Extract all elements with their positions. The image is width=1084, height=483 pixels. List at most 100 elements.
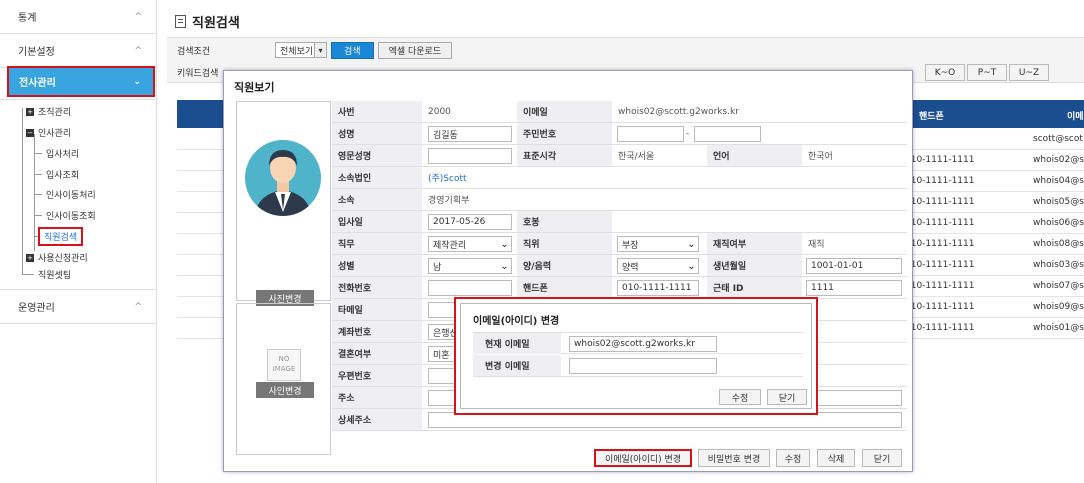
mobile-input[interactable]: 010-1111-1111 xyxy=(617,280,699,296)
sidebar-group-label: 전사관리 xyxy=(19,78,56,89)
photo-panel: 사진변경 xyxy=(236,101,331,306)
sidebar-group-label: 기본설정 xyxy=(18,47,55,58)
sidebar-item-label: 인사이동조회 xyxy=(46,212,96,222)
sidebar-item-label: 직원셋팅 xyxy=(38,271,72,281)
sidebar-item-label: 입사조회 xyxy=(46,171,80,181)
detail-row: 직무 제작관리 ⌄ 직위 부장 ⌄ 재직여부 재직 xyxy=(332,233,907,255)
duty-select[interactable]: 제작관리 ⌄ xyxy=(428,236,512,252)
detail-row: 소속 경영기획부 xyxy=(332,189,907,211)
tree-connector xyxy=(34,215,42,216)
gender-select[interactable]: 남 ⌄ xyxy=(428,258,512,274)
company-link[interactable]: (주)Scott xyxy=(422,167,467,188)
sidebar-item-label: 입사처리 xyxy=(46,150,80,160)
sidebar-item-hire-lookup[interactable]: 입사조회 xyxy=(46,168,79,181)
sidebar-item-transfer-lookup[interactable]: 인사이동조회 xyxy=(46,209,96,222)
rrn-front-input[interactable] xyxy=(617,126,684,142)
select-value: 남 xyxy=(433,262,442,273)
label-attend-id: 근태 ID xyxy=(707,277,802,298)
eng-name-input[interactable] xyxy=(428,148,512,164)
edit-button[interactable]: 수정 xyxy=(776,449,810,467)
sidebar-group-ops[interactable]: 운영관리 ^ xyxy=(0,290,156,324)
dialog-edit-button[interactable]: 수정 xyxy=(719,389,761,405)
search-button[interactable]: 검색 xyxy=(331,41,374,59)
change-email-dialog: 이메일(아이디) 변경 현재 이메일 whois02@scott.g2works… xyxy=(454,297,818,415)
label-marital: 결혼여부 xyxy=(332,343,422,364)
chevron-down-icon: ⌄ xyxy=(500,238,509,250)
no-image-placeholder: NO IMAGE xyxy=(267,349,301,381)
sidebar-item-hire[interactable]: 입사처리 xyxy=(46,147,79,160)
person-icon xyxy=(255,150,311,216)
chevron-down-icon: ⌄ xyxy=(687,238,696,250)
keyword-button-k-o[interactable]: K~O xyxy=(925,64,965,81)
tree-connector xyxy=(22,274,34,275)
tree-connector xyxy=(34,174,42,175)
cell-phone: 010-1111-1111 xyxy=(905,197,975,207)
chevron-down-icon: ⌄ xyxy=(133,76,141,87)
birthday-input[interactable]: 1001-01-01 xyxy=(806,258,902,274)
label-calendar: 양/음력 xyxy=(517,255,612,276)
chevron-down-icon: ▾ xyxy=(314,43,326,57)
select-value: 양력 xyxy=(622,262,639,273)
name-input[interactable]: 김길동 xyxy=(428,126,512,142)
label-company: 소속법인 xyxy=(332,167,422,188)
label-rrn: 주민번호 xyxy=(517,123,612,144)
change-email-button[interactable]: 이메일(아이디) 변경 xyxy=(594,449,692,467)
minus-icon: − xyxy=(26,128,34,137)
label-address-detail: 상세주소 xyxy=(332,409,422,430)
label-gender: 성별 xyxy=(332,255,422,276)
sidebar-item-transfer[interactable]: 인사이동처리 xyxy=(46,188,96,201)
dialog-close-button[interactable]: 닫기 xyxy=(767,389,807,405)
sidebar-item-emp-settings[interactable]: 직원셋팅 xyxy=(38,268,71,281)
select-value: 제작관리 xyxy=(433,240,467,251)
sidebar-item-hr-mgmt[interactable]: − 인사관리 xyxy=(26,126,71,139)
select-value: 전체보기 xyxy=(280,46,314,57)
cell-email: whois07@sco xyxy=(1033,281,1084,291)
new-email-input[interactable] xyxy=(569,358,717,374)
sidebar-item-emp-search[interactable]: 직원검색 xyxy=(38,227,84,246)
dialog-row: 변경 이메일 xyxy=(473,355,803,377)
chevron-down-icon: ⌄ xyxy=(500,260,509,272)
column-header-phone: 핸드폰 xyxy=(919,112,944,122)
attend-id-input[interactable]: 1111 xyxy=(806,280,902,296)
keyword-button-p-t[interactable]: P~T xyxy=(967,64,1007,81)
search-row: 검색조건 전체보기 ▾ 검색 엑셀 다운로드 xyxy=(167,39,1084,61)
close-button[interactable]: 닫기 xyxy=(862,449,902,467)
label-name: 성명 xyxy=(332,123,422,144)
value-status: 재직 xyxy=(808,240,825,250)
sidebar-group-hr[interactable]: 전사관리 ⌄ xyxy=(7,66,155,97)
value-timezone: 한국/서울 xyxy=(618,152,655,162)
tree-connector xyxy=(34,134,35,251)
change-sign-button[interactable]: 사인변경 xyxy=(256,382,314,398)
cell-phone: 010-1111-1111 xyxy=(905,239,975,249)
keyword-button-u-z[interactable]: U~Z xyxy=(1009,64,1049,81)
cell-phone: 010-1111-1111 xyxy=(905,260,975,270)
label-zipcode: 우편번호 xyxy=(332,365,422,386)
rrn-separator: - xyxy=(686,128,690,139)
sidebar-group-stats[interactable]: 통계 ^ xyxy=(0,0,156,34)
page-title-text: 직원검색 xyxy=(192,16,240,31)
detail-row: 성별 남 ⌄ 양/음력 양력 ⌄ 생년월일 1001-01-01 xyxy=(332,255,907,277)
chevron-up-icon: ^ xyxy=(134,11,142,22)
sidebar-item-usage[interactable]: + 사용신청관리 xyxy=(26,251,88,264)
tree-connector xyxy=(34,153,42,154)
detail-row: 전화번호 핸드폰 010-1111-1111 근태 ID 1111 xyxy=(332,277,907,299)
cell-email: whois06@sco xyxy=(1033,218,1084,228)
label-lang: 언어 xyxy=(707,145,802,166)
sidebar-item-org[interactable]: + 조직관리 xyxy=(26,105,71,118)
label-timezone: 표준시각 xyxy=(517,145,612,166)
rrn-back-input[interactable] xyxy=(694,126,761,142)
cell-email: scott@scot xyxy=(1033,134,1083,144)
join-date-input[interactable]: 2017-05-26 xyxy=(428,214,512,230)
value-emp-no: 2000 xyxy=(428,106,451,117)
change-password-button[interactable]: 비밀번호 변경 xyxy=(698,449,770,467)
delete-button[interactable]: 삭제 xyxy=(817,449,855,467)
cell-phone: 010-1111-1111 xyxy=(905,302,975,312)
calendar-select[interactable]: 양력 ⌄ xyxy=(617,258,699,274)
label-dept: 소속 xyxy=(332,189,422,210)
search-cond-select[interactable]: 전체보기 ▾ xyxy=(275,42,327,58)
position-select[interactable]: 부장 ⌄ xyxy=(617,236,699,252)
column-header-email: 이메 xyxy=(1067,112,1084,122)
excel-download-button[interactable]: 엑셀 다운로드 xyxy=(377,41,453,59)
tel-input[interactable] xyxy=(428,280,512,296)
sidebar-group-basic[interactable]: 기본설정 ^ xyxy=(0,34,156,68)
